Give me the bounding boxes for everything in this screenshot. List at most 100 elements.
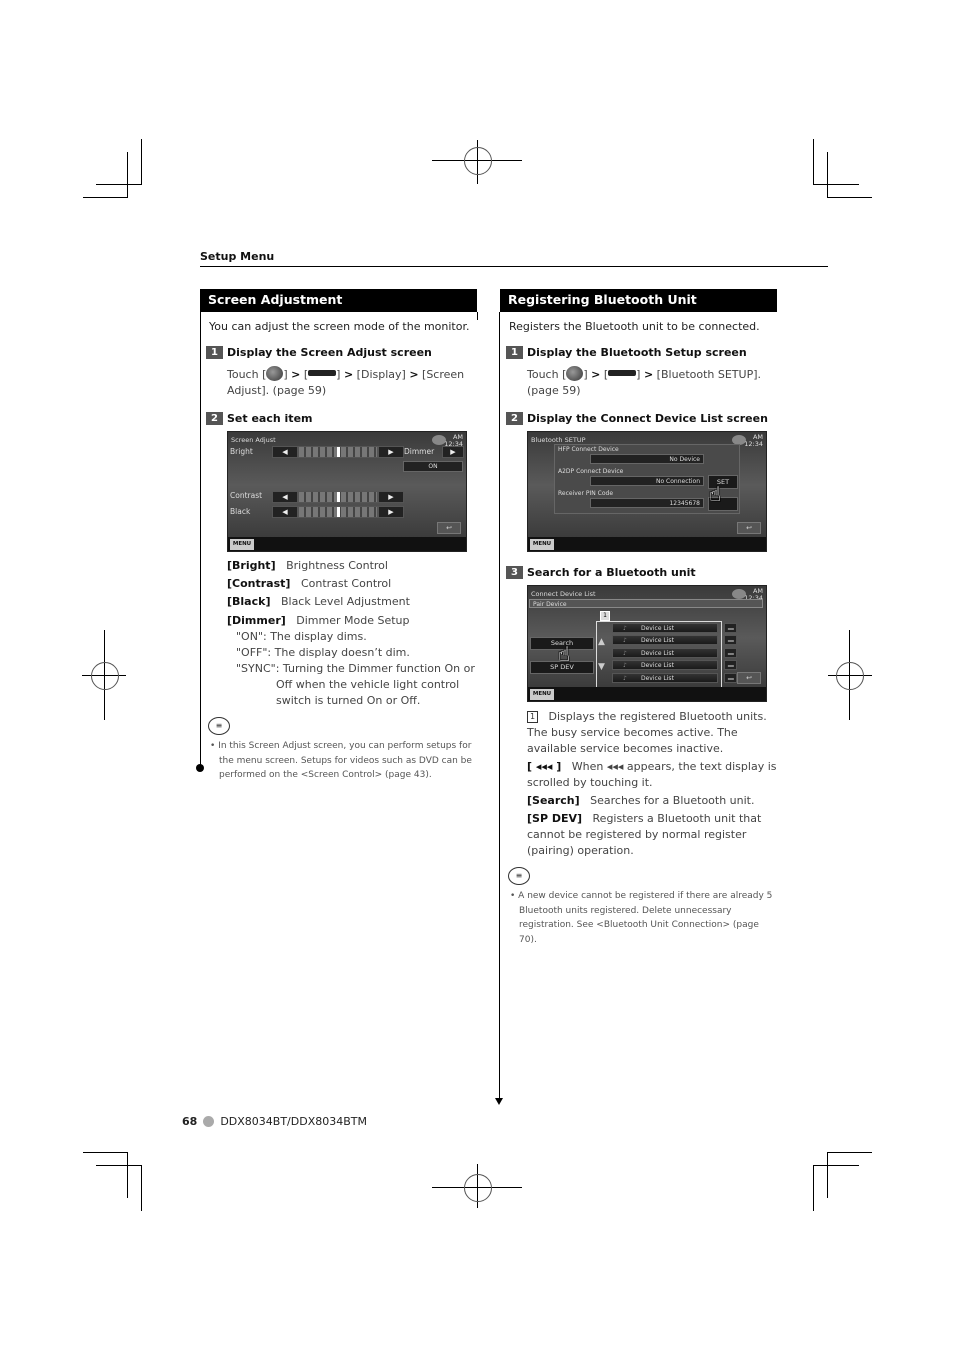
device-list-item[interactable]: ♪ Device List	[612, 623, 718, 633]
step-number: 2	[206, 412, 223, 425]
scroll-text-button[interactable]: ◂◂◂	[724, 672, 737, 683]
device-list-item[interactable]: ♪ Device List	[612, 635, 718, 646]
step-1: 1 Display the Screen Adjust screen	[206, 346, 477, 359]
menu-button[interactable]: MENU	[530, 689, 554, 700]
next-arrow-icon: >	[343, 368, 354, 381]
menu-bar	[528, 687, 766, 701]
section-intro: You can adjust the screen mode of the mo…	[209, 320, 470, 333]
menu-bar	[228, 537, 466, 551]
scroll-text-button[interactable]: ◂◂◂	[724, 623, 737, 633]
step-2: 2 Set each item	[206, 412, 477, 425]
back-button[interactable]: ↩	[737, 522, 761, 534]
scroll-text-button[interactable]: ◂◂◂	[724, 635, 737, 646]
music-note-icon: ♪	[623, 662, 627, 670]
next-arrow-icon: >	[643, 368, 654, 381]
touch-hand-icon: ☝	[709, 482, 722, 506]
step-number: 1	[206, 346, 223, 359]
step-number: 1	[506, 346, 523, 359]
menu-button[interactable]: MENU	[230, 539, 254, 550]
slider-knob[interactable]	[336, 492, 340, 502]
clock: AM 12:34	[744, 433, 763, 448]
music-note-icon: ♪	[623, 625, 627, 632]
step-number: 2	[506, 412, 523, 425]
black-increase-button[interactable]: ▶	[378, 506, 404, 518]
dimmer-value[interactable]: ON	[403, 461, 463, 472]
pin-label: Receiver PIN Code	[558, 490, 614, 497]
scroll-up-button[interactable]: ▲	[598, 637, 605, 647]
dimmer-option-off: "OFF": The display doesn’t dim.	[236, 646, 410, 659]
dimmer-label: Dimmer	[404, 447, 435, 456]
header-rule	[200, 266, 828, 267]
section-title: Registering Bluetooth Unit	[500, 289, 777, 312]
bright-label: Bright	[230, 447, 253, 456]
device-list-item[interactable]: ♪ Device List	[612, 647, 718, 658]
menu-bar	[528, 537, 766, 551]
hfp-value: No Device	[590, 454, 704, 464]
next-arrow-icon: >	[409, 368, 419, 381]
bullet-dot-icon	[203, 1116, 215, 1127]
device-list-item[interactable]: ♪ Device List	[612, 660, 718, 671]
bluetooth-setup-screenshot: Bluetooth SETUP AM 12:34 HFP Connect Devi…	[527, 431, 767, 552]
desc-bright: [Bright] Brightness Control	[227, 559, 388, 572]
left-right-rule	[477, 312, 478, 320]
screen-adjust-screenshot: Screen Adjust AM 12:34 Bright ◀ ▶ Dimmer …	[227, 431, 467, 552]
menu-button[interactable]: MENU	[530, 539, 554, 550]
contrast-increase-button[interactable]: ▶	[378, 491, 404, 503]
black-decrease-button[interactable]: ◀	[272, 506, 298, 518]
device-list-item[interactable]: ♪ Device List	[612, 672, 718, 683]
memo-icon: ≡	[508, 867, 530, 885]
section-header: Setup Menu	[200, 250, 275, 263]
section-title: Screen Adjustment	[200, 289, 477, 312]
step-number: 3	[506, 566, 523, 579]
step-label: Display the Bluetooth Setup screen	[527, 346, 747, 359]
page-number: 68	[182, 1115, 198, 1128]
home-button-icon	[266, 366, 284, 381]
music-note-icon: ♪	[623, 674, 627, 682]
bright-increase-button[interactable]: ▶	[378, 446, 404, 458]
step-label: Search for a Bluetooth unit	[527, 566, 696, 579]
next-arrow-icon: >	[591, 368, 601, 381]
memo-icon: ≡	[208, 717, 230, 735]
bright-slider[interactable]	[298, 446, 378, 458]
touch-hand-icon: ☝	[558, 642, 571, 666]
pin-value: 12345678	[590, 498, 704, 508]
page-footer: 68 DDX8034BT/DDX8034BTM	[182, 1115, 367, 1128]
desc-black: [Black] Black Level Adjustment	[227, 595, 410, 608]
desc-sp-dev: [SP DEV] Registers a Bluetooth unit that…	[527, 812, 762, 857]
wrench-icon	[308, 370, 337, 376]
back-button[interactable]: ↩	[737, 672, 761, 684]
bluetooth-registration-section: Registering Bluetooth Unit Registers the…	[500, 289, 777, 947]
dimmer-next-button[interactable]: ▶	[442, 446, 464, 458]
scroll-down-button[interactable]: ▼	[598, 662, 605, 672]
a2dp-label: A2DP Connect Device	[558, 468, 624, 475]
next-arrow-icon: >	[291, 368, 301, 381]
screen-title: Bluetooth SETUP	[531, 436, 586, 444]
scroll-text-button[interactable]: ◂◂◂	[724, 647, 737, 658]
desc-contrast: [Contrast] Contrast Control	[227, 577, 392, 590]
home-button-icon	[566, 366, 584, 381]
music-note-icon: ♪	[623, 649, 627, 657]
bright-decrease-button[interactable]: ◀	[272, 446, 298, 458]
step-label: Set each item	[227, 412, 313, 425]
note-text: • In this Screen Adjust screen, you can …	[210, 741, 472, 780]
black-slider[interactable]	[298, 506, 378, 518]
screen-title: Screen Adjust	[231, 436, 276, 444]
scroll-text-button[interactable]: ◂◂◂	[724, 660, 737, 671]
note-text: • A new device cannot be registered if t…	[510, 891, 773, 945]
desc-search: [Search] Searches for a Bluetooth unit.	[527, 794, 755, 807]
desc-scroll: [ ◂◂◂ ] When ◂◂◂ appears, the text displ…	[527, 760, 777, 789]
contrast-slider[interactable]	[298, 491, 378, 503]
a2dp-value: No Connection	[590, 476, 704, 486]
slider-knob[interactable]	[336, 507, 340, 517]
touch-instruction: Touch [] > [] > [Bluetooth SETUP]. (page…	[527, 366, 761, 397]
model-name: DDX8034BT/DDX8034BTM	[220, 1115, 367, 1128]
desc-dimmer: [Dimmer] Dimmer Mode Setup	[227, 614, 410, 627]
slider-knob[interactable]	[336, 447, 340, 457]
step-label: Display the Screen Adjust screen	[227, 346, 432, 359]
wrench-icon	[608, 370, 637, 376]
contrast-decrease-button[interactable]: ◀	[272, 491, 298, 503]
callout-1: 1	[600, 611, 610, 621]
back-button[interactable]: ↩	[437, 522, 461, 534]
pair-device-tab[interactable]: Pair Device	[529, 599, 763, 608]
screen-adjustment-section: Screen Adjustment You can adjust the scr…	[200, 289, 477, 783]
